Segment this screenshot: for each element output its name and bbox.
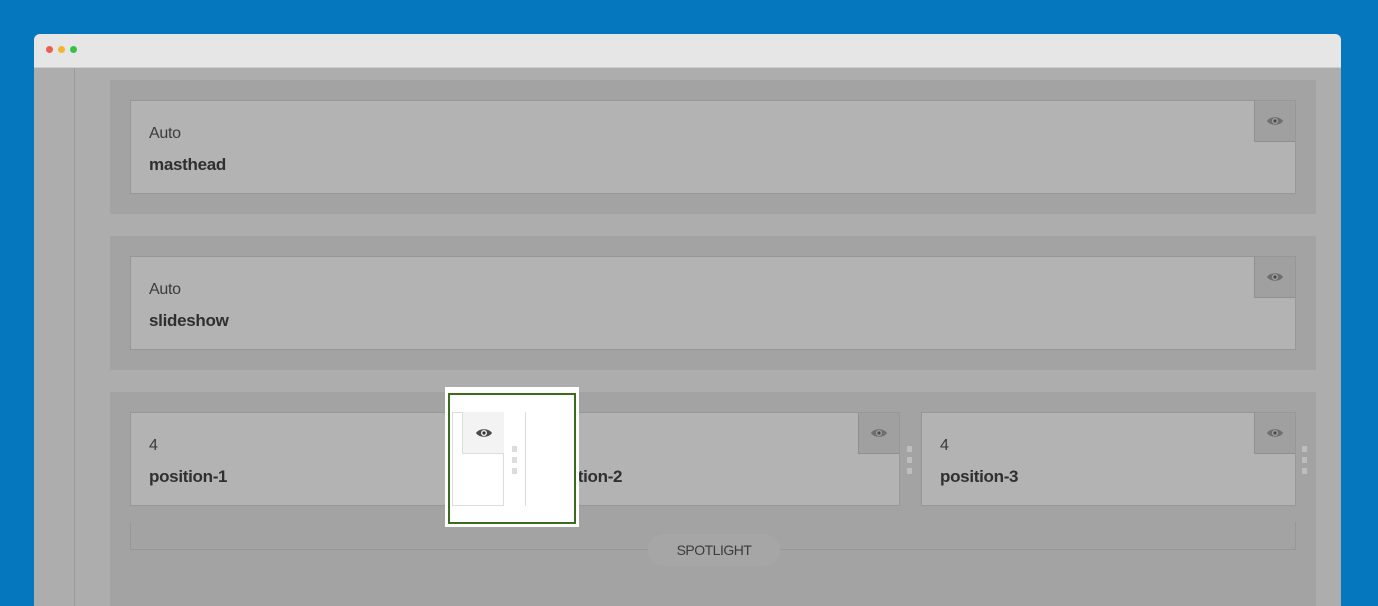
module-position-3[interactable]: 4 position-3 — [921, 412, 1296, 506]
module-name-label: position-3 — [940, 467, 1019, 486]
eye-icon[interactable] — [1254, 257, 1295, 298]
module-name-label: slideshow — [149, 311, 229, 330]
module-size-label: Auto — [149, 125, 181, 142]
maximize-window-button[interactable] — [70, 46, 77, 53]
drag-handle[interactable] — [907, 446, 912, 478]
layout-row-spotlight: 4 position-1 4 position-2 4 position-3 — [110, 392, 1316, 606]
close-window-button[interactable] — [46, 46, 53, 53]
eye-icon[interactable] — [1254, 413, 1295, 454]
eye-icon[interactable] — [1254, 101, 1295, 142]
browser-window: Auto masthead Auto slideshow 4 position-… — [34, 34, 1341, 606]
module-masthead[interactable]: Auto masthead — [130, 100, 1296, 194]
module-size-label: 4 — [149, 437, 158, 454]
layout-row-masthead: Auto masthead — [110, 80, 1316, 214]
layout-builder-canvas: Auto masthead Auto slideshow 4 position-… — [34, 68, 1341, 606]
left-divider — [74, 68, 75, 606]
layout-row-slideshow: Auto slideshow — [110, 236, 1316, 370]
module-name-label: masthead — [149, 155, 226, 174]
module-position-2[interactable]: 4 position-2 — [525, 412, 900, 506]
focus-outline — [448, 393, 576, 524]
minimize-window-button[interactable] — [58, 46, 65, 53]
module-slideshow[interactable]: Auto slideshow — [130, 256, 1296, 350]
eye-icon[interactable] — [858, 413, 899, 454]
module-size-label: 4 — [940, 437, 949, 454]
module-name-label: position-1 — [149, 467, 228, 486]
spotlight-label: SPOTLIGHT — [648, 534, 780, 566]
drag-handle[interactable] — [1302, 446, 1307, 478]
module-size-label: Auto — [149, 281, 181, 298]
window-titlebar — [34, 34, 1341, 68]
